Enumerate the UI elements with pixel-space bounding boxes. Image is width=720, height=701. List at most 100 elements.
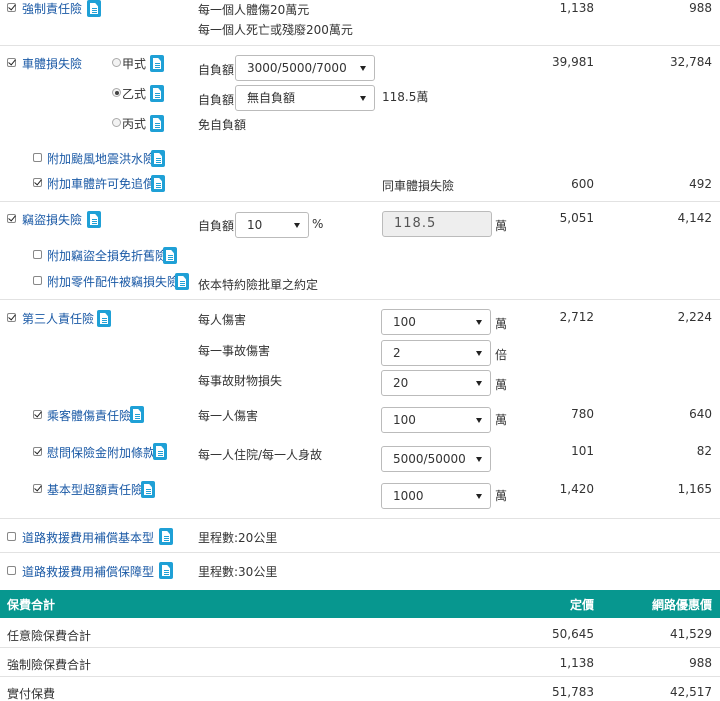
type-a-deductible-label: 自負額 xyxy=(198,63,235,77)
tp-property-select[interactable]: 20 xyxy=(381,370,491,396)
consolation-doc-icon[interactable] xyxy=(153,443,167,460)
summary-optional-price: 50,645 xyxy=(552,627,594,641)
tp-per-accident-unit: 倍 xyxy=(495,348,508,362)
roadside-basic-note: 里程數:20公里 xyxy=(198,531,278,545)
compulsory-checkbox[interactable] xyxy=(7,3,16,12)
summary-total-discount: 42,517 xyxy=(670,685,712,699)
chevron-down-icon xyxy=(476,351,482,356)
summary-optional-discount: 41,529 xyxy=(670,627,712,641)
summary-compulsory-discount: 988 xyxy=(689,656,712,670)
tp-per-accident-select[interactable]: 2 xyxy=(381,340,491,366)
third-party-checkbox[interactable] xyxy=(7,313,16,322)
theft-addon1-doc-icon[interactable] xyxy=(163,247,177,264)
type-a-radio[interactable] xyxy=(112,58,121,67)
passenger-field-label: 每一人傷害 xyxy=(198,409,259,423)
excess-checkbox[interactable] xyxy=(33,484,42,493)
typhoon-checkbox[interactable] xyxy=(33,153,42,162)
theft-percent-sign: % xyxy=(312,217,324,231)
type-b-radio[interactable] xyxy=(112,88,121,97)
summary-compulsory-price: 1,138 xyxy=(559,656,594,670)
type-c-radio[interactable] xyxy=(112,118,121,127)
theft-addon1-checkbox[interactable] xyxy=(33,250,42,259)
type-b-deductible-select[interactable]: 無自負額 xyxy=(235,85,375,111)
passenger-select[interactable]: 100 xyxy=(381,407,491,433)
subrogation-doc-icon[interactable] xyxy=(151,175,165,192)
roadside-basic-checkbox[interactable] xyxy=(7,532,16,541)
tp-property-unit: 萬 xyxy=(495,378,508,392)
theft-amount-field: 118.5 xyxy=(382,211,492,237)
theft-price: 5,051 xyxy=(559,211,594,225)
subrogation-price: 600 xyxy=(571,177,594,191)
compulsory-doc-icon[interactable] xyxy=(87,0,101,17)
consolation-discount: 82 xyxy=(696,444,712,458)
chevron-down-icon xyxy=(476,457,482,462)
compulsory-discount: 988 xyxy=(689,1,712,15)
type-a-doc-icon[interactable] xyxy=(150,55,164,72)
theft-deductible-select[interactable]: 10 xyxy=(235,212,309,238)
vehicle-damage-checkbox[interactable] xyxy=(7,58,16,67)
theft-doc-icon[interactable] xyxy=(87,211,101,228)
summary-total-price: 51,783 xyxy=(552,685,594,699)
roadside-plus-label: 道路救援費用補償保障型 xyxy=(22,565,155,579)
type-b-amount: 118.5萬 xyxy=(382,90,429,104)
summary-total-label: 實付保費 xyxy=(7,687,56,701)
theft-label: 竊盜損失險 xyxy=(22,213,83,227)
consolation-field-label: 每一人住院/每一人身故 xyxy=(198,448,323,462)
subrogation-note: 同車體損失險 xyxy=(382,179,455,193)
summary-header-price: 定價 xyxy=(569,598,594,612)
subrogation-checkbox[interactable] xyxy=(33,178,42,187)
theft-discount: 4,142 xyxy=(677,211,712,225)
tp-per-accident-label: 每一事故傷害 xyxy=(198,344,271,358)
third-party-discount: 2,224 xyxy=(677,310,712,324)
consolation-price: 101 xyxy=(571,444,594,458)
type-a-deductible-select[interactable]: 3000/5000/7000 xyxy=(235,55,375,81)
passenger-checkbox[interactable] xyxy=(33,410,42,419)
theft-addon2-doc-icon[interactable] xyxy=(175,273,189,290)
roadside-basic-label: 道路救援費用補償基本型 xyxy=(22,531,155,545)
excess-label: 基本型超額責任險 xyxy=(47,483,144,497)
summary-optional-label: 任意險保費合計 xyxy=(7,629,92,643)
type-c-doc-icon[interactable] xyxy=(150,115,164,132)
chevron-down-icon xyxy=(476,381,482,386)
type-b-label: 乙式 xyxy=(122,87,147,101)
passenger-unit: 萬 xyxy=(495,413,508,427)
roadside-plus-doc-icon[interactable] xyxy=(159,562,173,579)
passenger-label: 乘客體傷責任險 xyxy=(47,409,132,423)
tp-per-person-select[interactable]: 100 xyxy=(381,309,491,335)
theft-addon2-checkbox[interactable] xyxy=(33,276,42,285)
type-a-label: 甲式 xyxy=(122,57,147,71)
roadside-basic-doc-icon[interactable] xyxy=(159,528,173,545)
chevron-down-icon xyxy=(476,494,482,499)
theft-addon2-note: 依本特約險批單之約定 xyxy=(198,278,319,292)
chevron-down-icon xyxy=(476,320,482,325)
vehicle-damage-label: 車體損失險 xyxy=(22,57,83,71)
vehicle-damage-price: 39,981 xyxy=(552,55,594,69)
consolation-select[interactable]: 5000/50000 xyxy=(381,446,491,472)
excess-select[interactable]: 1000 xyxy=(381,483,491,509)
type-b-doc-icon[interactable] xyxy=(150,85,164,102)
typhoon-doc-icon[interactable] xyxy=(151,150,165,167)
excess-doc-icon[interactable] xyxy=(141,481,155,498)
third-party-doc-icon[interactable] xyxy=(97,310,111,327)
consolation-checkbox[interactable] xyxy=(33,447,42,456)
chevron-down-icon xyxy=(476,418,482,423)
subrogation-discount: 492 xyxy=(689,177,712,191)
theft-addon1-label: 附加竊盜全損免折舊險 xyxy=(47,249,168,263)
compulsory-price: 1,138 xyxy=(559,1,594,15)
third-party-price: 2,712 xyxy=(559,310,594,324)
theft-amount-unit: 萬 xyxy=(495,219,508,233)
tp-property-label: 每事故財物損失 xyxy=(198,374,283,388)
consolation-label: 慰問保險金附加條款 xyxy=(47,446,156,460)
roadside-plus-checkbox[interactable] xyxy=(7,566,16,575)
summary-header: 保費合計 定價 網路優惠價 xyxy=(0,590,720,618)
type-c-deductible-label: 免自負額 xyxy=(198,118,247,132)
summary-row xyxy=(0,618,720,648)
theft-addon2-label: 附加零件配件被竊損失險 xyxy=(47,275,180,289)
theft-checkbox[interactable] xyxy=(7,214,16,223)
passenger-price: 780 xyxy=(571,407,594,421)
chevron-down-icon xyxy=(360,66,366,71)
passenger-doc-icon[interactable] xyxy=(130,406,144,423)
summary-compulsory-label: 強制險保費合計 xyxy=(7,658,92,672)
compulsory-desc2: 每一個人死亡或殘廢200萬元 xyxy=(198,23,353,37)
passenger-discount: 640 xyxy=(689,407,712,421)
